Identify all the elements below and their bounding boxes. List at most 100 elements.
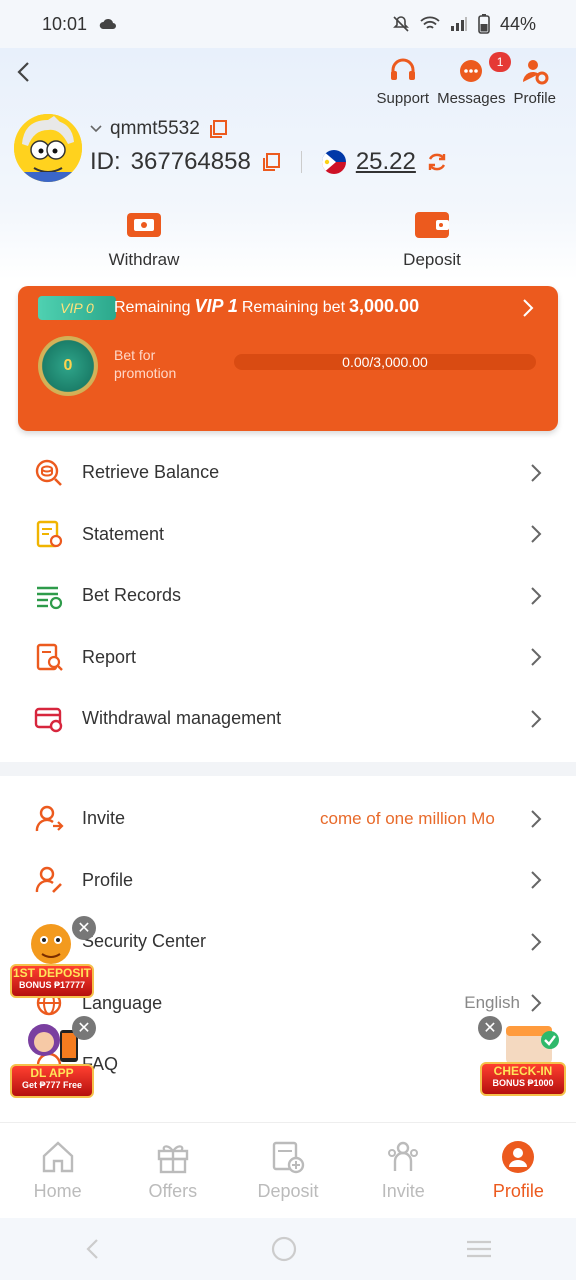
promo-subtitle: BONUS ₱1000 <box>492 1078 554 1088</box>
messages-badge: 1 <box>489 52 512 72</box>
menu-bet-records[interactable]: Bet Records <box>0 565 576 627</box>
language-value: English <box>464 993 520 1013</box>
menu-retrieve-balance[interactable]: Retrieve Balance <box>0 442 576 504</box>
profile-nav-label: Profile <box>513 90 556 107</box>
back-arrow-icon[interactable] <box>14 60 34 84</box>
menu-report[interactable]: Report <box>0 627 576 689</box>
user-edit-icon <box>35 867 62 894</box>
quick-actions: Withdraw Deposit <box>0 210 576 270</box>
cloud-icon <box>99 18 117 29</box>
chevron-right-icon <box>531 933 542 951</box>
status-time: 10:01 <box>42 13 88 34</box>
calendar-check-icon <box>506 1026 559 1064</box>
vip-progress-text: 0.00/3,000.00 <box>342 354 428 370</box>
promo-subtitle: BONUS ₱17777 <box>18 980 86 990</box>
account-menu: Retrieve Balance Statement Bet Records R… <box>0 442 576 750</box>
dl-app-promo[interactable]: ✕ DL APP Get ₱777 Free <box>10 1014 96 1098</box>
invite-user-icon <box>35 805 64 831</box>
vip-progress-bar: 0.00/3,000.00 <box>234 354 536 370</box>
tab-label: Home <box>33 1181 82 1201</box>
tiger-mascot-icon <box>31 924 71 964</box>
menu-label: Bet Records <box>82 585 182 606</box>
support-button[interactable]: Support <box>376 56 430 107</box>
deposit-button[interactable]: Deposit <box>288 210 576 270</box>
tab-offers[interactable]: Offers <box>115 1123 230 1218</box>
bottom-nav: Home Offers Deposit Invite Profile <box>0 1122 576 1218</box>
tab-label: Invite <box>381 1181 425 1201</box>
tab-home[interactable]: Home <box>0 1123 115 1218</box>
chevron-right-icon <box>531 810 542 828</box>
section-divider <box>0 762 576 776</box>
tab-deposit[interactable]: Deposit <box>230 1123 345 1218</box>
first-deposit-banner: 1ST DEPOSIT BONUS ₱17777 <box>10 964 94 998</box>
menu-label: Withdrawal management <box>82 708 282 729</box>
copy-icon[interactable] <box>208 119 228 139</box>
menu-label: Retrieve Balance <box>82 462 220 483</box>
philippines-flag-icon <box>321 150 346 174</box>
promo-title: CHECK-IN <box>493 1064 553 1078</box>
dl-app-banner: DL APP Get ₱777 Free <box>10 1064 94 1098</box>
messages-button[interactable]: Messages 1 <box>437 52 512 107</box>
withdraw-label: Withdraw <box>108 250 180 269</box>
copy-id-icon[interactable] <box>261 152 281 172</box>
bet-for-promotion: Bet for promotion <box>114 347 177 381</box>
deposit-icon <box>272 1141 305 1174</box>
system-home-icon[interactable] <box>270 1235 298 1263</box>
home-icon <box>42 1141 73 1173</box>
deposit-label: Deposit <box>403 250 461 269</box>
wifi-icon <box>420 16 440 29</box>
first-deposit-promo[interactable]: ✕ 1ST DEPOSIT BONUS ₱17777 <box>10 916 96 1000</box>
username-row: qmmt5532 <box>90 118 228 140</box>
coin-search-icon <box>35 459 62 486</box>
report-search-icon <box>36 644 63 672</box>
tab-profile[interactable]: Profile <box>461 1123 576 1218</box>
menu-withdrawal-management[interactable]: Withdrawal management <box>0 688 576 750</box>
next-vip-level: VIP 1 <box>194 296 238 316</box>
id-balance-row: ID: 367764858 25.22 <box>90 148 448 176</box>
vip-tag: VIP 0 <box>38 296 116 320</box>
chevron-right-icon <box>531 648 542 666</box>
tab-label: Profile <box>492 1181 544 1201</box>
close-icon[interactable]: ✕ <box>72 916 96 940</box>
check-in-promo[interactable]: ✕ CHECK-IN BONUS ₱1000 <box>478 1014 568 1098</box>
withdraw-button[interactable]: Withdraw <box>0 210 288 270</box>
chevron-right-icon <box>531 587 542 605</box>
remaining-bet-label: Remaining bet <box>241 299 346 316</box>
menu-label: Report <box>82 646 137 667</box>
top-nav: Support Messages 1 Profile <box>376 52 556 107</box>
vip-card[interactable]: VIP 0 Remaining VIP 1 Remaining bet 3,00… <box>18 286 558 431</box>
messages-label: Messages <box>437 90 506 107</box>
promo-title: DL APP <box>30 1066 74 1080</box>
invite-icon <box>388 1141 419 1171</box>
signal-icon <box>450 17 467 31</box>
support-label: Support <box>376 90 430 107</box>
menu-invite[interactable]: Invite come of one million Mo <box>0 788 576 850</box>
system-recents-icon[interactable] <box>465 1239 493 1259</box>
menu-label: Profile <box>82 869 134 890</box>
menu-label: Statement <box>82 523 165 544</box>
remaining-bet-amount: 3,000.00 <box>349 296 420 316</box>
menu-label: Language <box>82 992 163 1013</box>
close-icon[interactable]: ✕ <box>478 1016 502 1040</box>
avatar[interactable] <box>14 114 82 182</box>
vip-medal: 0 <box>38 336 98 396</box>
system-back-icon[interactable] <box>83 1237 103 1261</box>
chevron-down-icon[interactable] <box>90 124 102 134</box>
divider <box>300 151 302 173</box>
avatar-image <box>14 114 82 182</box>
tab-invite[interactable]: Invite <box>346 1123 461 1218</box>
user-id: 367764858 <box>130 148 251 175</box>
invite-marquee: come of one million Mo <box>320 808 495 828</box>
user-gear-icon <box>522 60 549 85</box>
chevron-right-icon <box>531 464 542 482</box>
close-icon[interactable]: ✕ <box>72 1016 96 1040</box>
battery-percent: 44% <box>499 13 536 34</box>
mute-icon <box>393 16 409 32</box>
menu-profile[interactable]: Profile <box>0 850 576 912</box>
gift-icon <box>157 1145 188 1174</box>
document-icon <box>36 521 63 548</box>
refresh-icon[interactable] <box>426 151 448 173</box>
menu-statement[interactable]: Statement <box>0 504 576 566</box>
promo-title: 1ST DEPOSIT <box>12 966 92 980</box>
profile-nav-button[interactable]: Profile <box>513 56 556 107</box>
